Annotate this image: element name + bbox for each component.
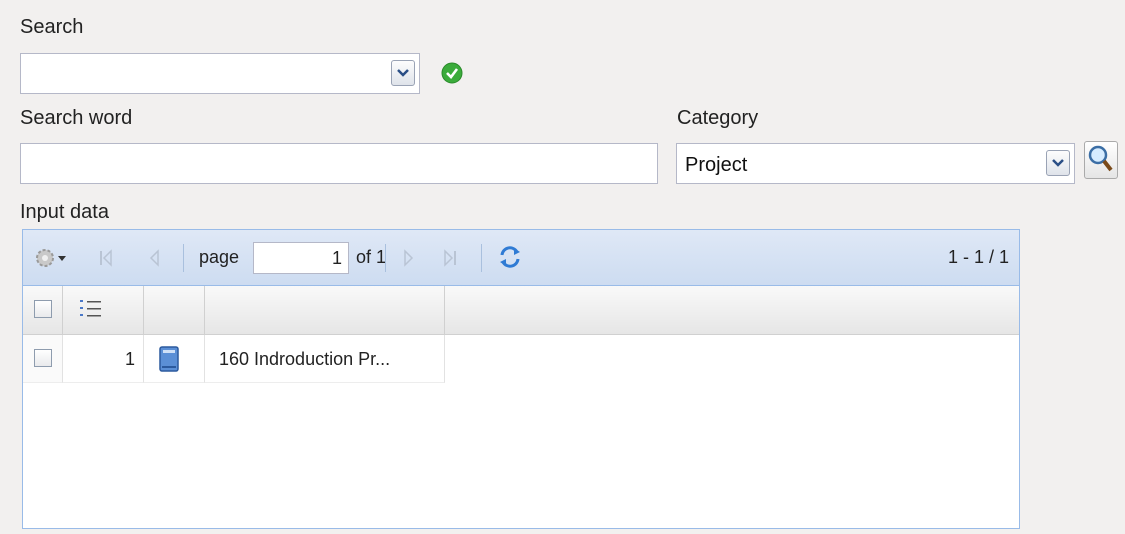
- toolbar-separator: [481, 244, 482, 272]
- next-page-button[interactable]: [403, 249, 415, 273]
- page-label: page: [199, 247, 240, 267]
- input-data-label: Input data: [20, 201, 109, 223]
- search-word-label: Search word: [20, 107, 133, 129]
- select-all-checkbox[interactable]: [34, 300, 52, 318]
- row-number-column-header[interactable]: [63, 286, 144, 334]
- row-number: 1: [63, 335, 144, 383]
- search-combo[interactable]: [20, 53, 420, 94]
- paging-range: 1 - 1 / 1: [947, 247, 1009, 267]
- title-column-header[interactable]: [205, 286, 445, 334]
- toolbar-separator: [385, 244, 386, 272]
- next-page-icon: [404, 249, 414, 267]
- category-combo[interactable]: Project: [676, 143, 1075, 184]
- search-word-input[interactable]: [20, 143, 658, 184]
- row-select-cell[interactable]: [23, 335, 63, 383]
- chevron-down-icon: [1052, 159, 1064, 167]
- first-page-icon: [100, 249, 112, 267]
- book-icon-cell: [144, 335, 205, 383]
- category-dropdown-trigger[interactable]: [1046, 150, 1070, 176]
- previous-page-icon: [149, 249, 159, 267]
- previous-page-button[interactable]: [148, 249, 160, 273]
- toolbar-separator: [183, 244, 184, 272]
- grid-paging-toolbar: page 1 of 1 1 - 1 / 1: [23, 230, 1019, 286]
- book-icon: [159, 346, 179, 372]
- check-circle-icon[interactable]: [441, 62, 463, 84]
- refresh-button[interactable]: [497, 244, 523, 276]
- category-combo-value: Project: [685, 154, 748, 176]
- row-title: 160 Indroduction Pr...: [205, 335, 445, 383]
- refresh-icon: [500, 246, 520, 268]
- row-checkbox[interactable]: [34, 349, 52, 367]
- chevron-down-icon: [397, 69, 409, 77]
- last-page-button[interactable]: [443, 249, 457, 273]
- icon-column-header[interactable]: [144, 286, 205, 334]
- input-data-grid: page 1 of 1 1 - 1 / 1 1 160 Indroduction…: [22, 229, 1020, 529]
- category-label: Category: [677, 107, 759, 129]
- last-page-icon: [444, 249, 456, 267]
- first-page-button[interactable]: [99, 249, 113, 273]
- select-all-column[interactable]: [23, 286, 63, 334]
- numbered-list-icon: [80, 300, 101, 317]
- page-number-input[interactable]: 1: [253, 242, 349, 274]
- grid-header: [23, 286, 1019, 335]
- search-label: Search: [20, 16, 84, 38]
- magnifier-icon[interactable]: [1084, 141, 1118, 179]
- gear-icon: [36, 249, 66, 267]
- gear-menu-button[interactable]: [33, 246, 67, 276]
- search-dropdown-trigger[interactable]: [391, 60, 415, 86]
- page-count-label: of 1: [356, 247, 387, 267]
